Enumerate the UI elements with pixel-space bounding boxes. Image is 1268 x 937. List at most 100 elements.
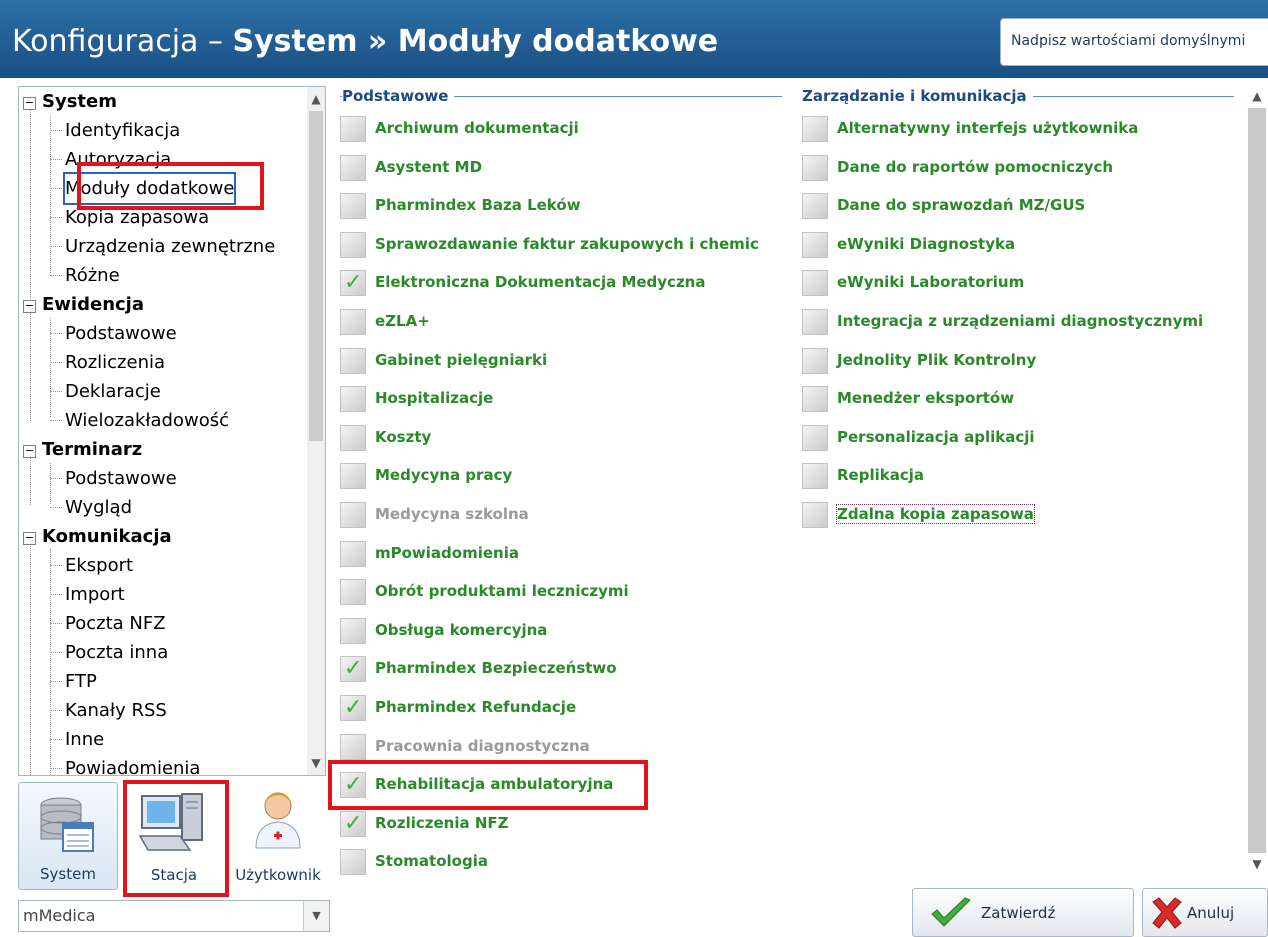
tree-item-identyfikacja[interactable]: Identyfikacja [65,116,180,145]
checkmark-icon: ✓ [344,810,363,836]
confirm-button[interactable]: Zatwierdź [912,888,1134,937]
tree-item-ftp[interactable]: FTP [65,667,97,696]
confirm-button-label: Zatwierdź [981,904,1056,922]
module-checkbox[interactable] [340,309,366,335]
collapse-icon[interactable]: − [23,532,36,545]
module-label: Replikacja [837,466,924,485]
module-checkbox[interactable] [340,540,366,567]
module-checkbox[interactable] [802,386,828,413]
module-checkbox[interactable] [340,116,366,142]
tree-item-poczta-inna[interactable]: Poczta inna [65,638,168,667]
module-checkbox[interactable] [340,502,366,528]
tree-item-podstawowe[interactable]: Podstawowe [65,319,177,348]
module-label: Medycyna pracy [375,466,513,485]
tree-item-import[interactable]: Import [65,580,125,609]
tree-node-komunikacja[interactable]: − Komunikacja [23,522,172,551]
module-checkbox[interactable]: ✓ [340,810,366,837]
module-checkbox[interactable] [802,270,828,297]
module-checkbox[interactable] [802,347,828,374]
tree-item-rozne[interactable]: Różne [65,261,120,290]
module-label: Pharmindex Bezpieczeństwo [375,659,617,678]
module-label: mPowiadomienia [375,543,519,562]
module-checkbox[interactable] [340,386,366,413]
module-checkbox[interactable] [802,463,828,490]
tree-item-wyglad[interactable]: Wygląd [65,493,132,522]
module-checkbox[interactable] [340,733,366,760]
tree-scroll-thumb[interactable] [309,111,323,441]
tree-item-kanaly-rss[interactable]: Kanały RSS [65,696,167,725]
module-label: Pharmindex Refundacje [375,698,577,716]
tree-item-moduly-dodatkowe[interactable]: Moduły dodatkowe [62,172,237,205]
module-label: Integracja z urządzeniami diagnostycznym… [837,312,1204,330]
module-label: Rozliczenia NFZ [375,813,509,832]
collapse-icon[interactable]: − [23,445,36,458]
tree-item-deklaracje[interactable]: Deklaracje [65,377,161,406]
module-checkbox[interactable]: ✓ [340,695,366,721]
modules-scroll-thumb[interactable] [1248,108,1266,853]
tile-system[interactable]: System [18,782,118,890]
module-checkbox[interactable] [340,193,366,220]
module-checkbox[interactable] [340,347,366,374]
tile-user-label: Użytkownik [235,866,321,884]
collapse-icon[interactable]: − [23,97,36,110]
scroll-up-icon[interactable]: ▲ [1246,86,1268,106]
cancel-button-label: Anuluj [1187,904,1235,922]
tree-item-terminarz-podstawowe[interactable]: Podstawowe [65,464,177,493]
tree-node-terminarz[interactable]: − Terminarz [23,435,142,464]
module-checkbox[interactable] [340,463,366,490]
tile-user[interactable]: Użytkownik [228,782,328,890]
module-label: eWyniki Diagnostyka [837,234,1016,253]
checkmark-icon: ✓ [344,772,363,798]
cancel-button[interactable]: Anuluj [1142,888,1268,937]
modules-scrollbar[interactable]: ▲ ▼ [1246,86,1268,876]
chevron-down-icon[interactable]: ▼ [303,901,329,931]
module-checkbox[interactable] [802,154,828,181]
tree-item-autoryzacja[interactable]: Autoryzacja [65,145,171,174]
module-label: Stomatologia [375,852,488,871]
module-checkbox[interactable] [802,193,828,220]
module-checkbox[interactable] [802,231,828,258]
module-label: Hospitalizacje [375,389,494,408]
checkmark-icon: ✓ [344,695,363,720]
collapse-icon[interactable]: − [23,300,36,313]
module-checkbox[interactable]: ✓ [340,772,366,799]
title-path: System » Moduły dodatkowe [232,24,719,59]
tree-item-kopia-zapasowa[interactable]: Kopia zapasowa [65,203,209,232]
module-label: Pharmindex Baza Leków [375,196,581,215]
module-checkbox[interactable] [802,116,828,142]
module-checkbox[interactable] [340,849,366,876]
module-checkbox[interactable] [802,309,828,335]
workstation-select-value: mMedica [23,906,96,925]
module-checkbox[interactable] [340,579,366,606]
tree-item-inne[interactable]: Inne [65,725,104,754]
restore-defaults-button[interactable]: Nadpisz wartościami domyślnymi [1000,18,1268,66]
module-checkbox[interactable] [340,231,366,258]
module-checkbox[interactable]: ✓ [340,656,366,683]
module-label: Personalizacja aplikacji [837,427,1035,446]
tree-item-wielozakladowosc[interactable]: Wielozakładowość [65,406,229,435]
module-checkbox[interactable] [802,424,828,451]
tree-item-urzadzenia[interactable]: Urządzenia zewnętrzne [65,232,275,261]
tree-item-poczta-nfz[interactable]: Poczta NFZ [65,609,166,638]
tile-stacja[interactable]: Stacja [124,782,224,890]
module-checkbox[interactable] [340,424,366,451]
module-label: eZLA+ [375,312,430,330]
module-checkbox[interactable] [802,502,828,528]
config-window: Konfiguracja – System » Moduły dodatkowe… [0,0,1268,937]
tree-node-system[interactable]: − System [23,87,117,116]
module-label: Obsługa komercyjna [375,620,548,639]
module-checkbox[interactable]: ✓ [340,270,366,297]
tree-node-ewidencja[interactable]: − Ewidencja [23,290,144,319]
module-checkbox[interactable] [340,617,366,644]
tree-item-powiadomienia[interactable]: Powiadomienia [65,754,200,775]
module-label: Menedżer eksportów [837,389,1015,408]
scroll-down-icon[interactable]: ▼ [1246,854,1268,874]
module-checkbox[interactable] [340,154,366,181]
title-prefix: Konfiguracja – [12,24,233,59]
scroll-up-icon[interactable]: ▲ [307,89,325,109]
tree-item-rozliczenia[interactable]: Rozliczenia [65,348,165,377]
scroll-down-icon[interactable]: ▼ [307,753,325,773]
tree-scrollbar[interactable]: ▲ ▼ [307,87,325,775]
tree-item-eksport[interactable]: Eksport [65,551,133,580]
workstation-select[interactable]: mMedica ▼ [18,900,330,932]
